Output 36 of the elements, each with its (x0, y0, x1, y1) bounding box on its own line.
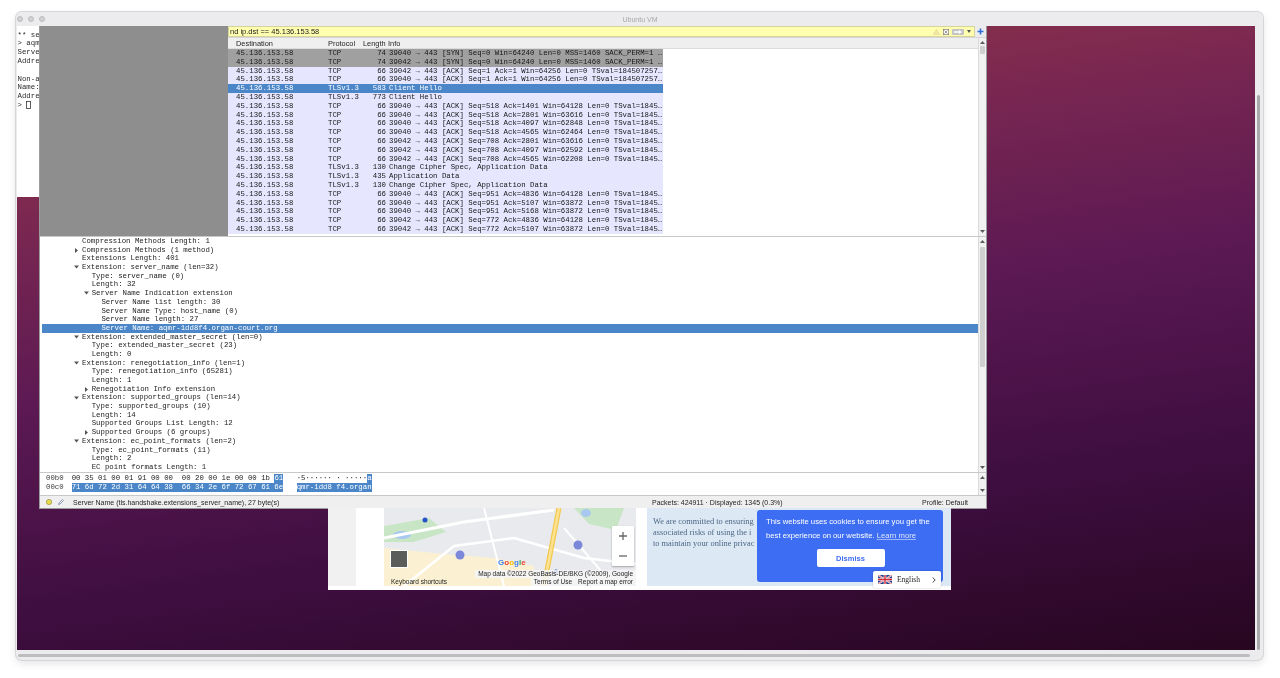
caret-up-icon[interactable] (980, 41, 985, 44)
vertical-scrollbar[interactable] (978, 237, 986, 472)
map-logo: Google (498, 558, 526, 567)
minus-icon (619, 555, 627, 557)
pencil-icon[interactable] (58, 499, 64, 505)
plus-icon (619, 532, 627, 540)
caret-down-icon[interactable] (74, 395, 79, 400)
caret-down-icon[interactable] (83, 291, 89, 296)
notice-text: to maintain your online privac (653, 538, 755, 549)
caret-right-icon[interactable] (83, 386, 89, 392)
map-type-thumbnail[interactable] (390, 550, 408, 568)
vertical-scrollbar[interactable] (1257, 95, 1260, 650)
caret-down-icon[interactable] (980, 489, 985, 492)
caret-right-icon[interactable] (74, 247, 79, 253)
caret-right-icon[interactable] (83, 429, 89, 435)
caret-up-icon[interactable] (980, 476, 985, 479)
vertical-scrollbar[interactable] (978, 38, 986, 236)
caret-down-icon[interactable] (980, 466, 985, 469)
caret-down-icon[interactable] (74, 265, 79, 270)
plus-icon[interactable] (977, 28, 984, 35)
warning-icon (933, 28, 940, 35)
vertical-scrollbar[interactable] (978, 473, 986, 495)
text-cursor-icon (25, 101, 31, 110)
chevron-right-icon (932, 576, 936, 583)
caret-down-icon[interactable] (74, 439, 79, 444)
caret-down-icon[interactable] (967, 30, 971, 33)
flag-icon (878, 575, 892, 584)
notice-text: associated risks of using the i (653, 527, 752, 538)
horizontal-scrollbar[interactable] (18, 654, 1250, 657)
caret-down-icon[interactable] (980, 230, 985, 233)
caret-up-icon[interactable] (980, 240, 985, 243)
notice-text: We are committed to ensuring (653, 516, 754, 527)
scrollbar-thumb[interactable] (980, 46, 985, 54)
scrollbar-thumb[interactable] (980, 247, 985, 367)
caret-down-icon[interactable] (74, 360, 79, 365)
clear-icon[interactable] (943, 28, 949, 35)
